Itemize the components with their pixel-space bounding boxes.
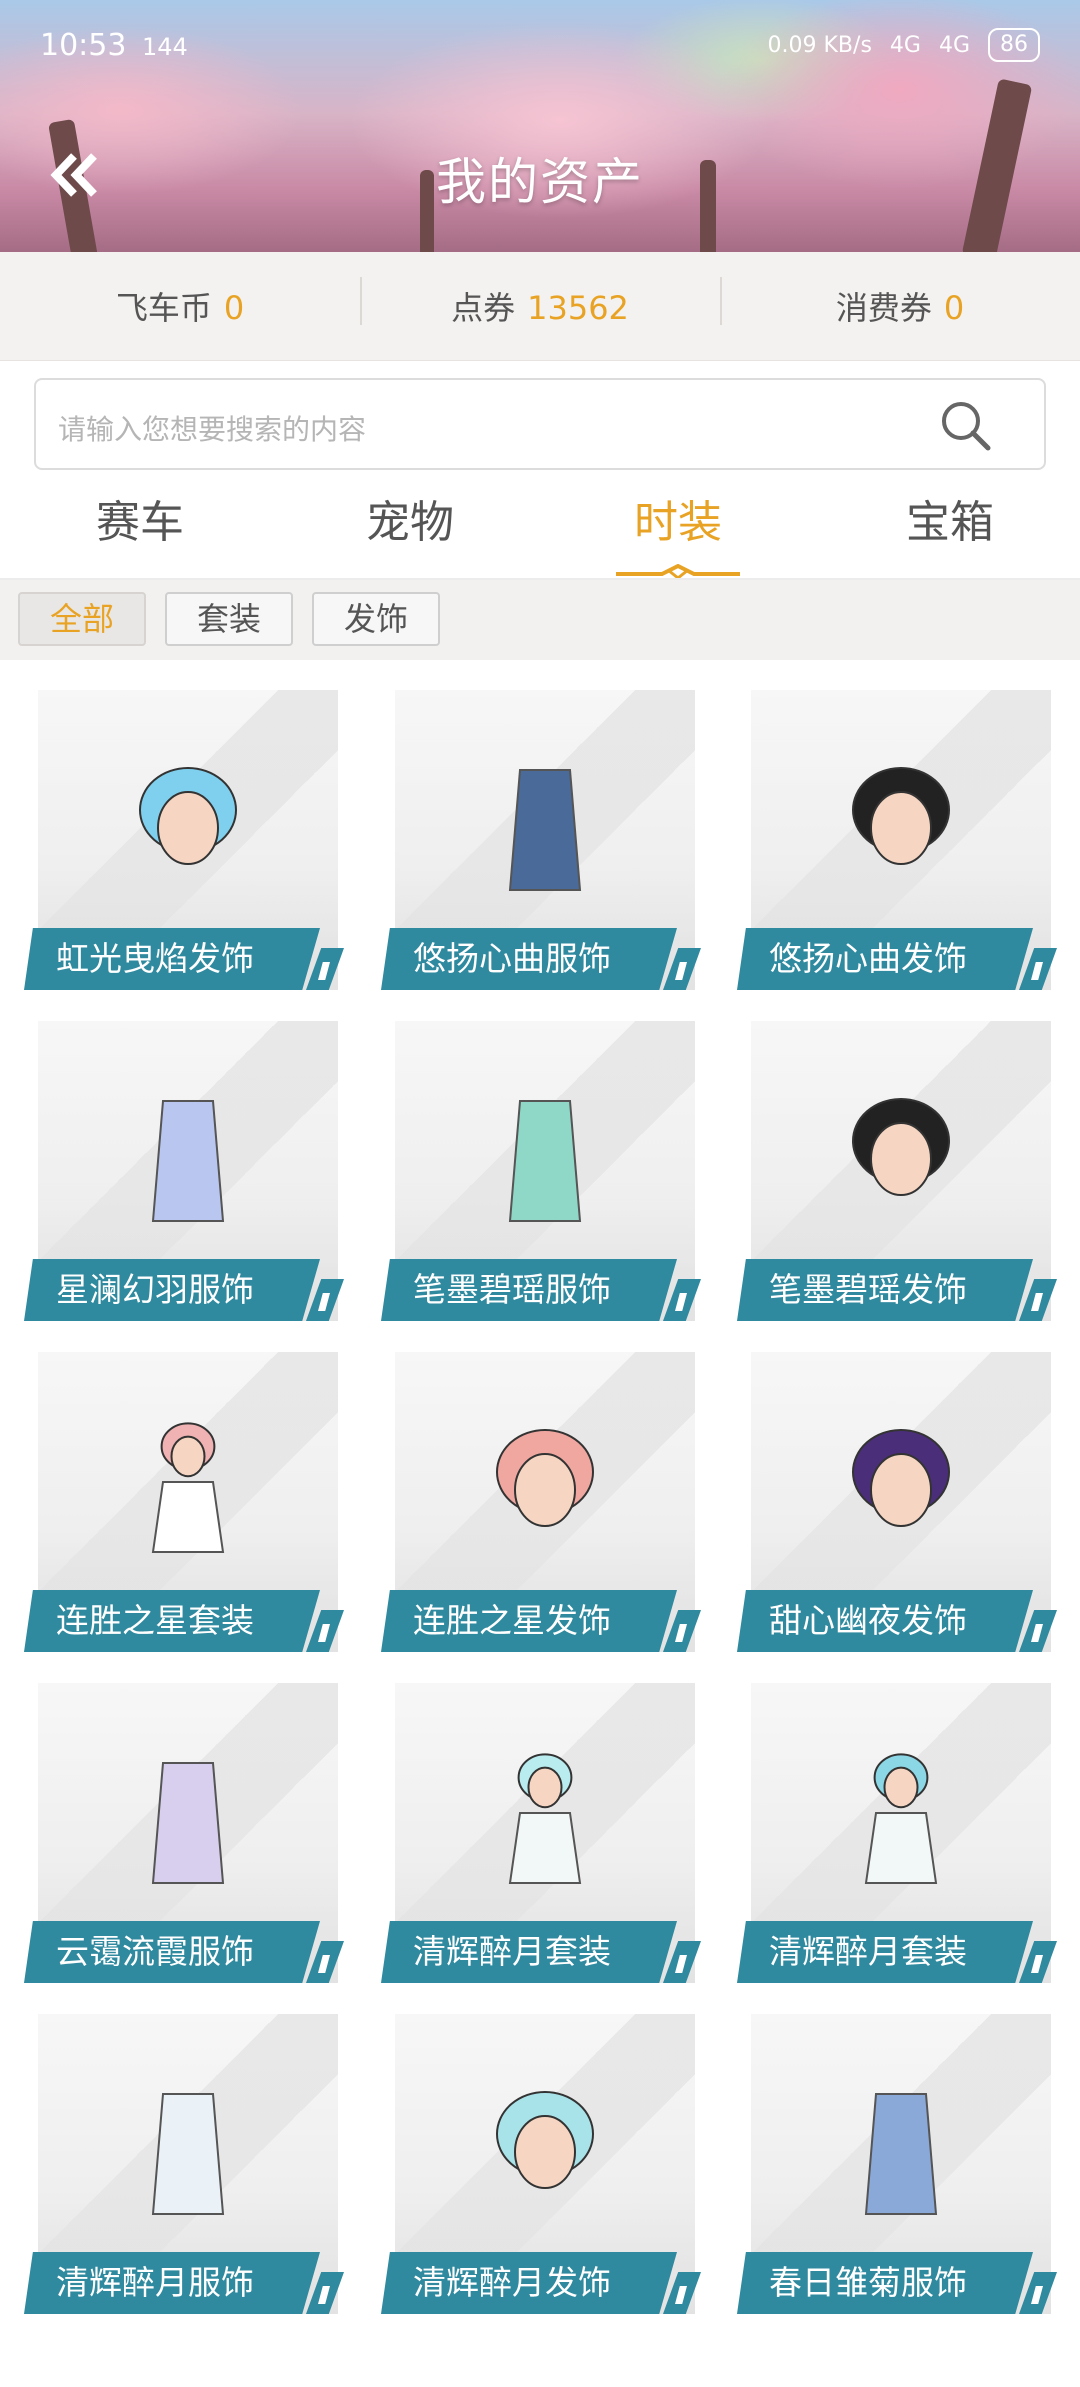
item-card[interactable]: 甜心幽夜发饰: [737, 1352, 1057, 1662]
item-avatar-icon: [852, 1098, 950, 1196]
status-time-text: 10:53: [40, 28, 127, 63]
item-name-label: 悠扬心曲服饰: [381, 928, 677, 990]
category-tabs: 赛车 宠物 时装 宝箱: [0, 486, 1080, 576]
tab-fashion[interactable]: 时装: [543, 486, 813, 550]
item-avatar-icon: [151, 1422, 225, 1553]
item-avatar-icon: [852, 767, 950, 865]
item-card[interactable]: 清辉醉月服饰: [24, 2014, 344, 2324]
item-card[interactable]: 悠扬心曲服饰: [381, 690, 701, 1000]
item-name-label: 笔墨碧瑶发饰: [737, 1259, 1033, 1321]
tab-pets[interactable]: 宠物: [275, 486, 545, 550]
item-card[interactable]: 云霭流霞服饰: [24, 1683, 344, 1993]
item-card[interactable]: 连胜之星发饰: [381, 1352, 701, 1662]
item-avatar-icon: [508, 1100, 582, 1222]
item-card[interactable]: 笔墨碧瑶服饰: [381, 1021, 701, 1331]
item-avatar-icon: [508, 769, 582, 891]
item-card[interactable]: 春日雏菊服饰: [737, 2014, 1057, 2324]
item-card[interactable]: 清辉醉月套装: [381, 1683, 701, 1993]
search-input[interactable]: 请输入您想要搜索的内容: [34, 378, 1046, 470]
currency-value: 13562: [527, 289, 629, 327]
item-name-label: 清辉醉月服饰: [24, 2252, 320, 2314]
currency-value: 0: [943, 289, 965, 327]
item-card[interactable]: 清辉醉月套装: [737, 1683, 1057, 1993]
item-name-label: 连胜之星发饰: [381, 1590, 677, 1652]
currency-bar: 飞车币 0 点券 13562 消费券 0: [0, 252, 1080, 361]
item-name-label: 春日雏菊服饰: [737, 2252, 1033, 2314]
item-avatar-icon: [151, 2093, 225, 2215]
item-name-label: 云霭流霞服饰: [24, 1921, 320, 1983]
filter-row: 全部 套装 发饰: [0, 580, 1080, 660]
item-avatar-icon: [508, 1753, 582, 1884]
item-card[interactable]: 笔墨碧瑶发饰: [737, 1021, 1057, 1331]
search-icon[interactable]: [936, 396, 996, 456]
item-name-label: 清辉醉月套装: [737, 1921, 1033, 1983]
status-icons: 0.09 KB/s 4G 4G 86: [768, 28, 1040, 62]
currency-points: 点券 13562: [360, 277, 720, 329]
signal-icon: 4G: [938, 32, 970, 58]
currency-label: 点券: [451, 289, 516, 327]
currency-value: 0: [223, 289, 245, 327]
filter-all-chip[interactable]: 全部: [18, 592, 146, 646]
item-name-label: 甜心幽夜发饰: [737, 1590, 1033, 1652]
item-name-label: 清辉醉月套装: [381, 1921, 677, 1983]
item-card[interactable]: 连胜之星套装: [24, 1352, 344, 1662]
item-avatar-icon: [864, 2093, 938, 2215]
search-placeholder: 请输入您想要搜索的内容: [58, 413, 367, 446]
item-avatar-icon: [864, 1753, 938, 1884]
item-name-label: 连胜之星套装: [24, 1590, 320, 1652]
currency-voucher: 消费券 0: [720, 277, 1080, 329]
filter-suit-chip[interactable]: 套装: [165, 592, 293, 646]
currency-fly-coin: 飞车币 0: [0, 283, 360, 329]
item-name-label: 星澜幻羽服饰: [24, 1259, 320, 1321]
item-avatar-icon: [852, 1429, 950, 1527]
status-speed: 0.09 KB/s: [767, 32, 872, 58]
status-time: 10:53 144: [40, 28, 188, 63]
item-avatar-icon: [151, 1100, 225, 1222]
item-card[interactable]: 清辉醉月发饰: [381, 2014, 701, 2324]
item-avatar-icon: [496, 2091, 594, 2189]
item-card[interactable]: 星澜幻羽服饰: [24, 1021, 344, 1331]
filter-hair-chip[interactable]: 发饰: [312, 592, 440, 646]
item-name-label: 虹光曳焰发饰: [24, 928, 320, 990]
header-banner: 10:53 144 0.09 KB/s 4G 4G 86 我的资产: [0, 0, 1080, 252]
status-network: 144: [142, 33, 188, 61]
currency-label: 消费券: [835, 289, 932, 327]
tab-cars[interactable]: 赛车: [5, 486, 275, 550]
item-name-label: 清辉醉月发饰: [381, 2252, 677, 2314]
tab-chests[interactable]: 宝箱: [815, 486, 1080, 550]
item-name-label: 笔墨碧瑶服饰: [381, 1259, 677, 1321]
item-card[interactable]: 虹光曳焰发饰: [24, 690, 344, 1000]
item-name-label: 悠扬心曲发饰: [737, 928, 1033, 990]
item-avatar-icon: [139, 767, 237, 865]
page-title: 我的资产: [436, 153, 644, 211]
item-card[interactable]: 悠扬心曲发饰: [737, 690, 1057, 1000]
battery-icon: 86: [988, 28, 1040, 62]
item-avatar-icon: [496, 1429, 594, 1527]
item-avatar-icon: [151, 1762, 225, 1884]
status-bar: 10:53 144 0.09 KB/s 4G 4G 86: [0, 22, 1080, 72]
signal-icon: 4G: [889, 32, 921, 58]
currency-label: 飞车币: [115, 289, 212, 327]
